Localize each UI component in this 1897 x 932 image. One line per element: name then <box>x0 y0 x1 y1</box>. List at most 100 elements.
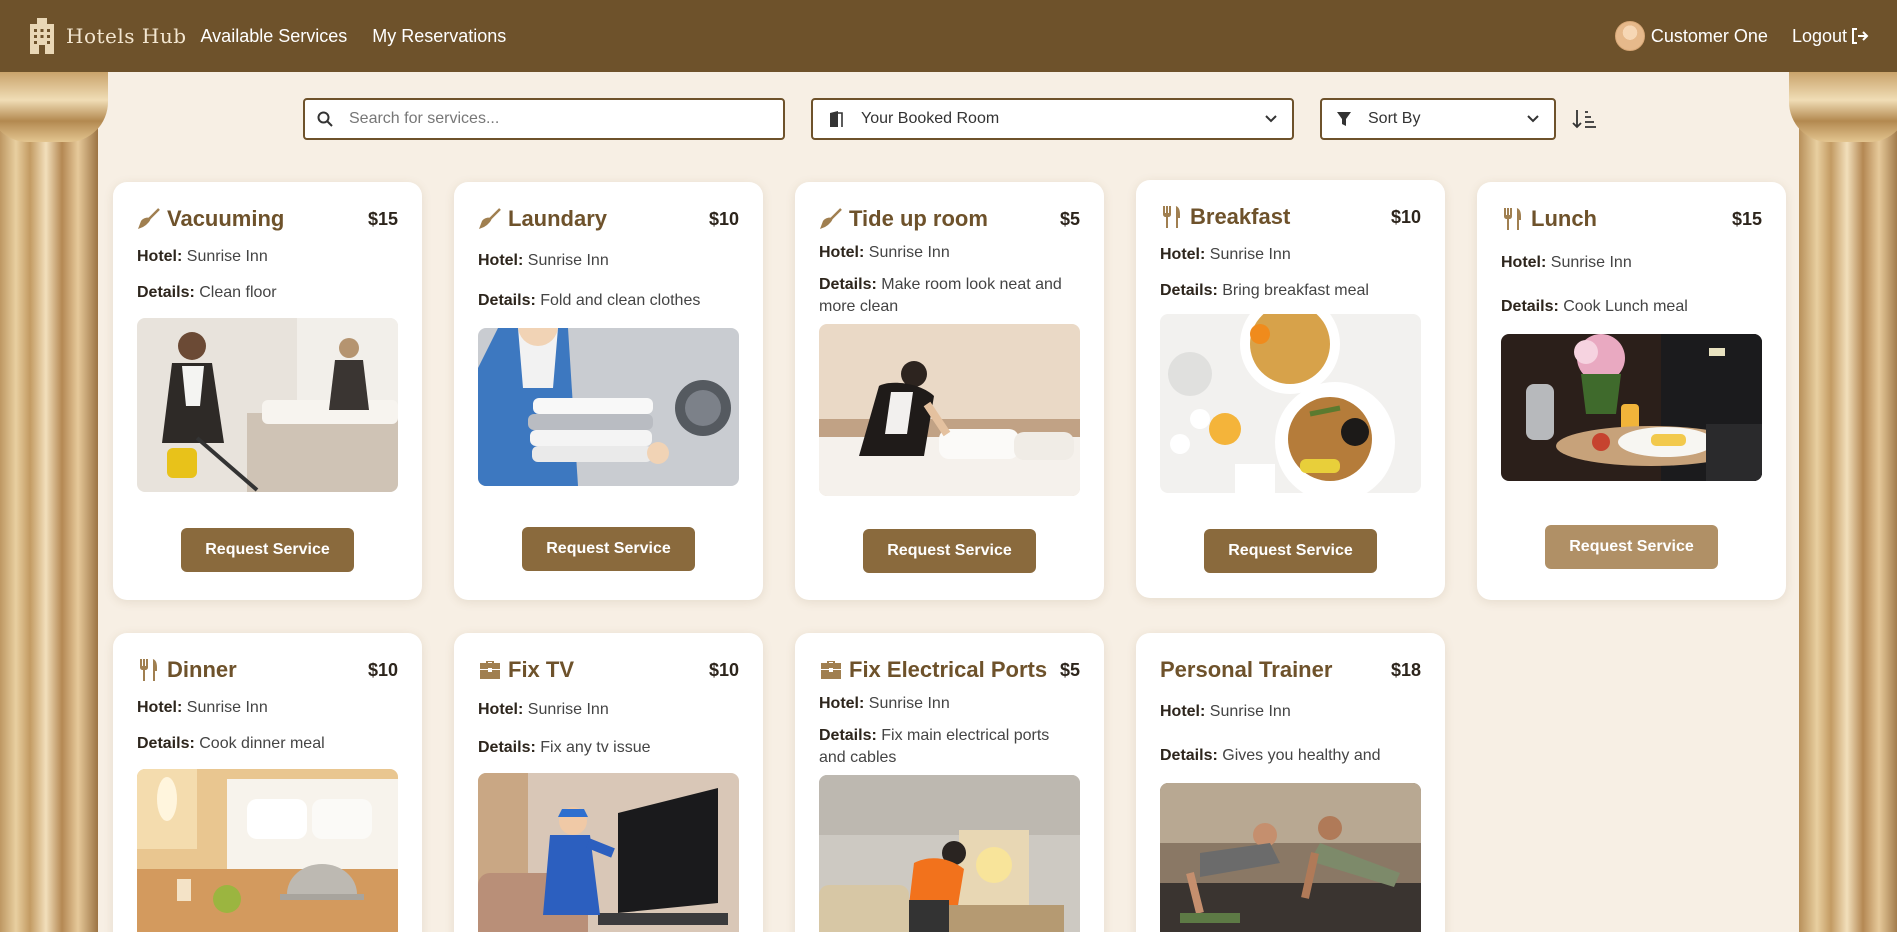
service-card: Tide up room $5 Hotel: Sunrise Inn Detai… <box>795 182 1104 600</box>
hotel-label: Hotel: <box>478 701 524 718</box>
details-value: Fix any tv issue <box>540 739 651 756</box>
service-price: $10 <box>708 659 739 680</box>
service-card: Personal Trainer $18 Hotel: Sunrise Inn … <box>1136 633 1445 932</box>
service-card: Vacuuming $15 Hotel: Sunrise Inn Details… <box>113 182 422 600</box>
utensils-icon <box>1504 208 1521 230</box>
logout-icon <box>1852 28 1869 44</box>
booked-room-select-value: Your Booked Room <box>861 110 1000 127</box>
service-price: $15 <box>367 208 398 229</box>
hotel-value: Sunrise Inn <box>868 695 950 712</box>
hotel-value: Sunrise Inn <box>1550 254 1632 271</box>
request-service-button[interactable]: Request Service <box>1204 529 1377 573</box>
hotel-value: Sunrise Inn <box>868 244 950 261</box>
service-title: Vacuuming <box>167 206 285 231</box>
hotel-label: Hotel: <box>137 699 183 716</box>
service-price: $10 <box>1390 206 1421 227</box>
service-card: Fix TV $10 Hotel: Sunrise Inn Details: F… <box>454 633 763 932</box>
hotel-label: Hotel: <box>819 695 865 712</box>
hotel-value: Sunrise Inn <box>527 701 609 718</box>
service-image <box>819 324 1080 496</box>
service-image <box>137 318 398 492</box>
brand[interactable]: Hotels Hub <box>28 18 187 54</box>
request-service-button[interactable]: Request Service <box>1545 525 1718 569</box>
hotel-value: Sunrise Inn <box>186 699 268 716</box>
toolbox-icon <box>480 661 500 679</box>
hotel-value: Sunrise Inn <box>527 252 609 269</box>
details-label: Details: <box>137 735 195 752</box>
utensils-icon <box>140 659 157 681</box>
service-image <box>819 775 1080 932</box>
search-box <box>303 98 785 140</box>
service-price: $5 <box>1059 208 1080 229</box>
broom-icon <box>138 208 160 229</box>
details-value: Cook dinner meal <box>199 735 325 752</box>
service-price: $5 <box>1059 659 1080 680</box>
service-title: Breakfast <box>1190 204 1291 229</box>
decorative-column-left <box>0 72 108 932</box>
request-service-button[interactable]: Request Service <box>181 528 354 572</box>
details-value: Cook Lunch meal <box>1563 298 1688 315</box>
service-image <box>1501 334 1762 481</box>
service-title: Laundary <box>508 206 608 231</box>
utensils-icon <box>1163 206 1180 228</box>
sort-by-select[interactable]: Sort By <box>1320 98 1556 140</box>
details-label: Details: <box>1160 282 1218 299</box>
service-price: $10 <box>367 659 398 680</box>
service-image <box>478 773 739 932</box>
top-navbar: Hotels Hub Available Services My Reserva… <box>0 0 1897 72</box>
broom-icon <box>820 208 842 229</box>
brand-name: Hotels Hub <box>66 24 187 48</box>
service-title: Personal Trainer <box>1160 657 1333 682</box>
details-label: Details: <box>478 292 536 309</box>
service-price: $18 <box>1390 659 1421 680</box>
details-label: Details: <box>1501 298 1559 315</box>
chevron-down-icon <box>1265 115 1277 123</box>
user-menu[interactable]: Customer One <box>1614 21 1768 51</box>
hotel-label: Hotel: <box>1501 254 1547 271</box>
hotel-label: Hotel: <box>137 248 183 265</box>
hotel-building-icon <box>30 18 54 54</box>
service-image <box>478 328 739 486</box>
details-value: Clean floor <box>199 284 277 301</box>
request-service-button[interactable]: Request Service <box>863 529 1036 573</box>
service-image <box>1160 314 1421 493</box>
search-icon <box>317 111 333 127</box>
service-title: Tide up room <box>849 206 988 231</box>
broom-icon <box>479 208 501 229</box>
service-title: Fix Electrical Ports <box>849 657 1048 682</box>
details-value: Fold and clean clothes <box>540 292 701 309</box>
details-label: Details: <box>819 727 877 744</box>
service-card: Dinner $10 Hotel: Sunrise Inn Details: C… <box>113 633 422 932</box>
details-label: Details: <box>478 739 536 756</box>
sort-by-select-value: Sort By <box>1368 110 1421 127</box>
search-input[interactable] <box>349 110 749 128</box>
request-service-button[interactable]: Request Service <box>522 527 695 571</box>
hotel-value: Sunrise Inn <box>1209 703 1291 720</box>
service-title: Dinner <box>167 657 237 682</box>
details-label: Details: <box>1160 747 1218 764</box>
chevron-down-icon <box>1527 115 1539 123</box>
user-name: Customer One <box>1650 25 1768 46</box>
booked-room-select[interactable]: Your Booked Room <box>811 98 1294 140</box>
sort-order-icon[interactable] <box>1572 108 1596 130</box>
nav-available-services[interactable]: Available Services <box>201 26 348 47</box>
decorative-column-right <box>1789 72 1897 932</box>
service-card: Laundary $10 Hotel: Sunrise Inn Details:… <box>454 182 763 600</box>
service-card: Breakfast $10 Hotel: Sunrise Inn Details… <box>1136 180 1445 598</box>
service-image <box>137 769 398 932</box>
details-label: Details: <box>819 276 877 293</box>
hotel-value: Sunrise Inn <box>1209 246 1291 263</box>
service-card: Lunch $15 Hotel: Sunrise Inn Details: Co… <box>1477 182 1786 600</box>
nav-my-reservations[interactable]: My Reservations <box>372 26 506 47</box>
service-card: Fix Electrical Ports $5 Hotel: Sunrise I… <box>795 633 1104 932</box>
logout-button[interactable]: Logout <box>1792 26 1869 47</box>
service-title: Fix TV <box>508 657 575 682</box>
door-icon <box>830 111 843 127</box>
hotel-label: Hotel: <box>819 244 865 261</box>
hotel-label: Hotel: <box>1160 246 1206 263</box>
hotel-label: Hotel: <box>1160 703 1206 720</box>
hotel-label: Hotel: <box>478 252 524 269</box>
hotel-value: Sunrise Inn <box>186 248 268 265</box>
filter-icon <box>1337 112 1351 126</box>
logout-label: Logout <box>1791 25 1847 46</box>
